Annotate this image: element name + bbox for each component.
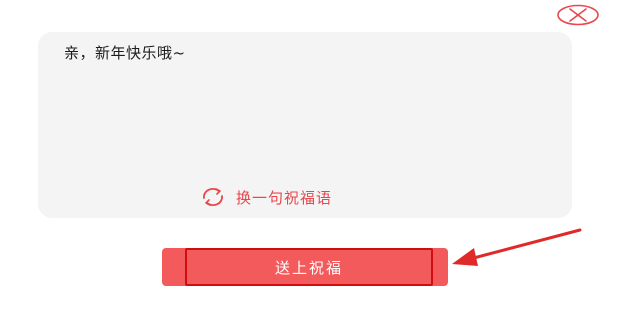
greeting-card: 亲，新年快乐哦~ 换一句祝福语: [38, 32, 572, 218]
greeting-message: 亲，新年快乐哦~: [64, 44, 186, 62]
close-icon[interactable]: [556, 4, 600, 26]
send-button-area: 送上祝福: [162, 248, 448, 286]
annotation-arrow: [448, 224, 588, 274]
refresh-icon: [200, 187, 226, 207]
switch-greeting-button[interactable]: 换一句祝福语: [200, 186, 332, 208]
send-blessing-button[interactable]: 送上祝福: [185, 248, 433, 286]
switch-greeting-label: 换一句祝福语: [236, 188, 333, 207]
